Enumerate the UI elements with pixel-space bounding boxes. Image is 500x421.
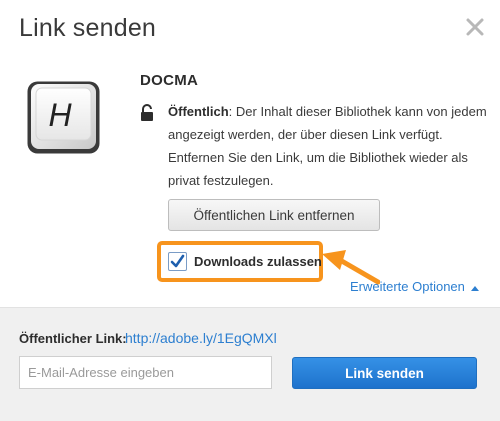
advanced-options-link[interactable]: Erweiterte Optionen bbox=[350, 279, 479, 294]
email-input[interactable] bbox=[19, 356, 272, 389]
allow-downloads-checkbox[interactable] bbox=[168, 252, 187, 271]
remove-public-link-button[interactable]: Öffentlichen Link entfernen bbox=[168, 199, 380, 231]
checkmark-icon bbox=[170, 254, 185, 268]
close-icon[interactable] bbox=[464, 16, 486, 38]
caret-up-icon bbox=[470, 285, 479, 291]
share-footer: Öffentlicher Link: http://adobe.ly/1EgQM… bbox=[0, 307, 500, 421]
visibility-label: Öffentlich bbox=[168, 104, 229, 119]
send-link-button[interactable]: Link senden bbox=[292, 357, 477, 389]
library-key-icon: H bbox=[27, 81, 100, 154]
unlock-icon bbox=[141, 104, 153, 121]
public-link-label: Öffentlicher Link: bbox=[19, 331, 127, 346]
send-link-dialog: Link senden H DOCMA Öffentlich: Der Inha… bbox=[0, 0, 500, 421]
library-name: DOCMA bbox=[140, 72, 199, 89]
visibility-description: Öffentlich: Der Inhalt dieser Bibliothek… bbox=[168, 100, 488, 192]
key-icon-letter: H bbox=[48, 97, 72, 133]
dialog-title: Link senden bbox=[19, 14, 157, 42]
advanced-options-label: Erweiterte Optionen bbox=[350, 279, 465, 294]
allow-downloads-label[interactable]: Downloads zulassen bbox=[194, 254, 322, 269]
public-link-url[interactable]: http://adobe.ly/1EgQMXl bbox=[125, 330, 277, 346]
